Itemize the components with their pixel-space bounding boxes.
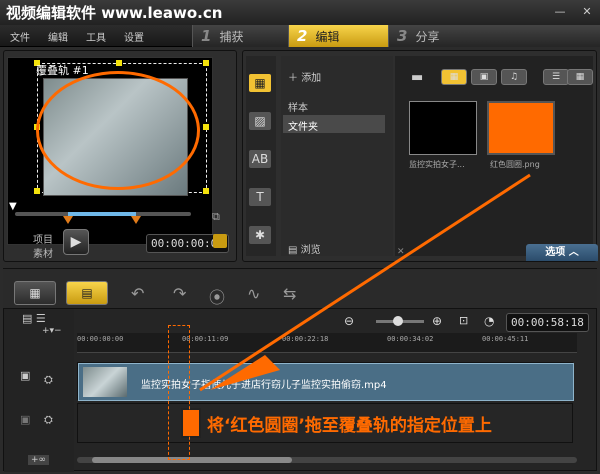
scrubber-icon[interactable]: ▼	[9, 201, 17, 212]
show-audio-button[interactable]: ♫	[501, 69, 527, 85]
thumbnail-red-circle[interactable]	[487, 101, 555, 155]
menu-edit[interactable]: 编辑	[48, 29, 68, 44]
minimize-icon[interactable]: —	[553, 5, 567, 19]
overlay-track-icon[interactable]: ▣	[20, 413, 30, 426]
tab-edit[interactable]: 2 编辑	[288, 25, 388, 47]
title-icon[interactable]: T	[249, 188, 271, 206]
fit-project-button[interactable]: +∞	[28, 455, 50, 465]
timeline-scrollbar[interactable]	[77, 457, 577, 463]
video-clip[interactable]: 监控实拍女子指使儿子进店行窃儿子监控实拍偷窃.mp4	[78, 363, 574, 401]
close-icon[interactable]: ✕	[580, 5, 594, 19]
thumbnail-area: ▬ ▦ ▣ ♫ ☰ ▦ 监控实拍女子... 红色圆圈.png	[395, 56, 593, 256]
timeline-scroll-thumb[interactable]	[92, 457, 292, 463]
tab-share[interactable]: 3 分享	[388, 25, 600, 47]
record-capture-icon[interactable]: ⦿	[209, 284, 225, 308]
fullscreen-icon[interactable]	[213, 234, 227, 248]
tab-capture[interactable]: 1 捕获	[192, 25, 288, 47]
resize-handle[interactable]	[203, 60, 209, 66]
auto-music-icon[interactable]: ⇆	[283, 284, 296, 303]
sample-folder[interactable]: 样本	[288, 99, 308, 114]
video-track-toggle[interactable]: ⛭	[44, 373, 53, 387]
menu-file[interactable]: 文件	[10, 29, 30, 44]
menu-tools[interactable]: 工具	[86, 29, 106, 44]
library-folder-list	[281, 56, 393, 256]
show-video-button[interactable]: ▦	[441, 69, 467, 85]
track-headers: ▤ ☰ +▾− ▣ ⛭ ▣ ⛭ +∞	[4, 309, 74, 472]
media-icon[interactable]: ▦	[249, 74, 271, 92]
audio-mixer-icon[interactable]: ∿	[247, 284, 260, 303]
play-button[interactable]: ▶	[63, 229, 89, 255]
split-clip-icon[interactable]: ⧉	[212, 210, 220, 224]
menu-settings[interactable]: 设置	[124, 29, 144, 44]
collapse-icon[interactable]: ✕	[397, 247, 405, 257]
title-bar: 视频编辑软件 www.leawo.cn — ✕	[0, 0, 600, 25]
trim-start-handle[interactable]	[63, 216, 73, 224]
overlay-track-label: 覆叠轨 #1	[36, 64, 89, 77]
library-panel: ▦ ▨ AB T ✱ ＋ 添加 样本 文件夹 ▤ 浏览 ▬ ▦ ▣ ♫ ☰ ▦ …	[242, 50, 598, 262]
trim-end-handle[interactable]	[131, 216, 141, 224]
ruler-tick: 00:00:45:11	[482, 335, 529, 343]
filter-icon[interactable]: AB	[249, 150, 271, 168]
clip-mode-label[interactable]: 素材	[33, 245, 53, 260]
resize-handle[interactable]	[116, 60, 122, 66]
thumbnail-red-circle-label: 红色圆圈.png	[490, 160, 540, 169]
thumbnail-video[interactable]	[409, 101, 477, 155]
options-button[interactable]: 选项 ︿	[526, 244, 598, 261]
storyboard-view-button[interactable]: ▦	[14, 281, 56, 305]
redo-icon[interactable]: ↷	[173, 284, 186, 303]
resize-handle[interactable]	[203, 124, 209, 130]
thumbnail-view-button[interactable]: ▦	[567, 69, 593, 85]
folder-item[interactable]: 文件夹	[283, 115, 385, 133]
list-view-button[interactable]: ☰	[543, 69, 569, 85]
video-track-icon[interactable]: ▣	[20, 369, 30, 382]
timeline-panel: ▤ ☰ +▾− ▣ ⛭ ▣ ⛭ +∞ ⊖ ⊕ ⊡ ◔ 00:00:58:18 0…	[3, 308, 597, 472]
video-clip-thumbnail	[83, 367, 127, 397]
graphics-icon[interactable]: ✱	[249, 226, 271, 244]
ruler-tick: 00:00:00:00	[77, 335, 124, 343]
fit-timeline-icon[interactable]: ⊡	[459, 314, 468, 327]
folder-open-icon[interactable]: ▬	[411, 70, 423, 85]
library-category-bar: ▦ ▨ AB T ✱	[246, 56, 276, 256]
project-duration[interactable]: 00:00:58:18	[506, 313, 589, 332]
ruler-tick: 00:00:22:18	[282, 335, 329, 343]
window-title: 视频编辑软件 www.leawo.cn	[6, 4, 223, 22]
ruler-tick: 00:00:34:02	[387, 335, 434, 343]
track-manager-icon[interactable]: ▤ ☰	[22, 312, 46, 325]
project-mode-label[interactable]: 项目	[33, 231, 53, 246]
thumbnail-video-label: 监控实拍女子...	[409, 160, 465, 169]
add-track-icon[interactable]: +▾−	[42, 326, 62, 336]
video-track[interactable]: 监控实拍女子指使儿子进店行窃儿子监控实拍偷窃.mp4	[77, 362, 574, 401]
trim-selection	[68, 212, 136, 216]
resize-handle[interactable]	[34, 188, 40, 194]
zoom-out-icon[interactable]: ⊖	[344, 314, 354, 328]
app-window: 视频编辑软件 www.leawo.cn — ✕ 文件 编辑 工具 设置 1 捕获 …	[0, 0, 600, 474]
undo-icon[interactable]: ↶	[131, 284, 144, 303]
zoom-slider-knob[interactable]	[393, 316, 403, 326]
resize-handle[interactable]	[203, 188, 209, 194]
add-button[interactable]: ＋ 添加	[288, 69, 321, 84]
timeline-toolbar: ▦ ▤ ↶ ↷ ⦿ ∿ ⇆	[3, 268, 597, 308]
transition-icon[interactable]: ▨	[249, 112, 271, 130]
instruction-annotation: 将‘红色圆圈’拖至覆叠轨的指定位置上	[207, 416, 492, 436]
show-photo-button[interactable]: ▣	[471, 69, 497, 85]
drop-target-highlight	[168, 325, 190, 460]
browse-button[interactable]: ▤ 浏览	[288, 241, 321, 256]
overlay-track-toggle[interactable]: ⛭	[44, 413, 53, 427]
zoom-in-icon[interactable]: ⊕	[432, 314, 442, 328]
red-circle-overlay	[36, 71, 200, 190]
timeline-view-button[interactable]: ▤	[66, 281, 108, 305]
clock-icon: ◔	[484, 314, 495, 328]
timeline-ruler[interactable]: 00:00:00:00 00:00:11:09 00:00:22:18 00:0…	[77, 333, 577, 353]
